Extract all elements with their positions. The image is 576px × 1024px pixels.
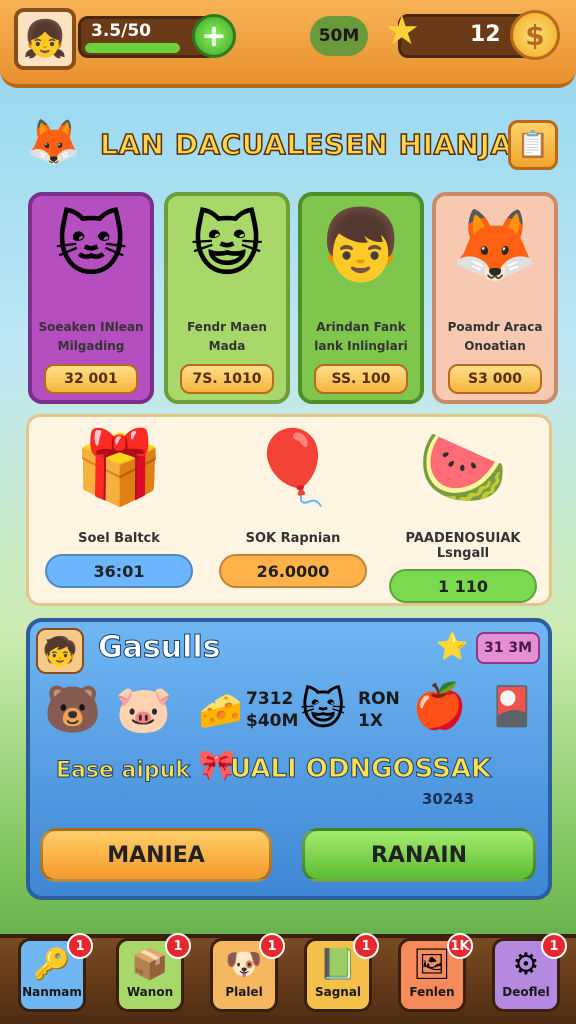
card-icon: 🎴 [488, 684, 536, 728]
goals-title: Gasulls [98, 630, 222, 666]
item-balloons[interactable]: 🎈 SOK Rapnian 26.0000 [213, 425, 373, 588]
bear-icon: 🐻 [44, 682, 102, 736]
nav-item-3[interactable]: 🐶 Plalel 1 [210, 933, 285, 1012]
xp-text: 3.5/50 [91, 21, 151, 41]
nav-item-1[interactable]: 🔑 Nanmam 1 [18, 933, 93, 1012]
boy-icon: 👦 [317, 204, 405, 286]
pet-icon: 🐶 [225, 947, 263, 982]
notification-badge: 1 [165, 933, 191, 959]
notification-badge: 1 [67, 933, 93, 959]
item-name: PAADENOSUIAK Lsngall [405, 531, 521, 561]
star-count: 12 [470, 22, 501, 47]
purple-cat-icon: 😺 [190, 204, 264, 286]
pig-icon: 🐷 [115, 682, 173, 736]
fox-icon: 🦊 [26, 117, 81, 168]
character-name: Fendr Maen Mada [187, 320, 267, 354]
toggle-icon[interactable]: ⭐ [436, 632, 468, 662]
character-card-4[interactable]: 🦊 Poamdr Araca Onoatian S3 000 [432, 192, 558, 404]
item-buy-button[interactable]: 36:01 [45, 554, 193, 588]
fox-icon: 🦊 [451, 204, 539, 286]
menu-icon[interactable]: 📋 [508, 120, 558, 170]
timer-badge: 50M [310, 16, 368, 56]
nav-item-4[interactable]: 📗 Sagnal 1 [304, 933, 379, 1012]
price-button[interactable]: 7S. 1010 [180, 364, 274, 394]
cheese-icon: 🧀 [198, 691, 243, 732]
item-name: SOK Rapnian [245, 531, 341, 546]
xp-fill [85, 43, 180, 53]
price-button[interactable]: SS. 100 [314, 364, 408, 394]
ranain-button[interactable]: RANAIN [302, 828, 536, 882]
item-shop-panel: 🎁 Soel Baltck 36:01 🎈 SOK Rapnian 26.000… [26, 414, 552, 606]
goal-value-b: RON 1X [358, 689, 400, 732]
notification-badge: 1 [353, 933, 379, 959]
balloons-icon: 🎈 [248, 425, 338, 509]
item-gift[interactable]: 🎁 Soel Baltck 36:01 [39, 425, 199, 588]
ease-text: Ease aipuk [56, 758, 191, 784]
notification-badge: 1 [541, 933, 567, 959]
notification-badge: 1 [259, 933, 285, 959]
nav-item-5[interactable]: 🖼 Fenlen 1K [398, 933, 473, 1012]
unlock-text: UALI ODNGOSSAK [229, 754, 492, 785]
add-energy-button[interactable]: + [192, 14, 236, 58]
character-name: Soeaken INlean Milgading [38, 320, 144, 354]
price-button[interactable]: 32 001 [44, 364, 138, 394]
gift-icon: 🎁 [74, 425, 164, 509]
gear-icon: ⚙ [512, 947, 540, 982]
key-icon: 🔑 [33, 947, 71, 982]
character-card-2[interactable]: 😺 Fendr Maen Mada 7S. 1010 [164, 192, 290, 404]
maniea-button[interactable]: MANIEA [40, 828, 272, 882]
notification-badge: 1K [447, 933, 473, 959]
fruit-icon: 🍉 [418, 425, 508, 509]
apple-icon: 🍎 [412, 681, 467, 732]
goal-value-a: 7312 $40M [246, 689, 299, 732]
photo-icon: 🖼 [412, 947, 452, 982]
goals-badge: 31 3M [476, 632, 540, 664]
nav-item-6[interactable]: ⚙ Deoflel 1 [492, 933, 567, 1012]
cat-icon: 🐱 [54, 204, 128, 286]
goals-rewards-row: 🐻 🐷 [44, 682, 173, 737]
unlock-subtext: 30243 [422, 790, 475, 808]
character-card-3[interactable]: 👦 Arindan Fank lank Inlinglari SS. 100 [298, 192, 424, 404]
chest-icon: 📦 [131, 947, 169, 982]
nav-item-2[interactable]: 📦 Wanon 1 [116, 933, 191, 1012]
price-button[interactable]: S3 000 [448, 364, 542, 394]
book-icon: 📗 [319, 947, 357, 982]
character-name: Poamdr Araca Onoatian [447, 320, 543, 354]
coin-icon[interactable]: $ [510, 10, 560, 60]
item-buy-button[interactable]: 1 110 [389, 569, 537, 603]
character-name: Arindan Fank lank Inlinglari [314, 320, 408, 354]
item-name: Soel Baltck [78, 531, 160, 546]
item-buy-button[interactable]: 26.0000 [219, 554, 367, 588]
player-avatar[interactable]: 👧 [14, 8, 76, 70]
page-title: LAN DACUALESEN HIANJAN [99, 127, 537, 162]
star-icon: ★ [384, 8, 420, 54]
purple-cat-icon: 😺 [300, 684, 346, 735]
item-fruit[interactable]: 🍉 PAADENOSUIAK Lsngall 1 110 [383, 425, 543, 603]
goals-avatar-icon: 🧒 [36, 628, 84, 674]
character-card-1[interactable]: 🐱 Soeaken INlean Milgading 32 001 [28, 192, 154, 404]
